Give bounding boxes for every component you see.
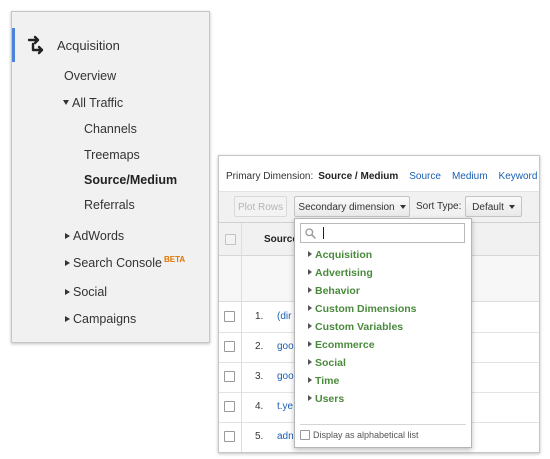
search-icon	[305, 228, 316, 239]
nav-search-console[interactable]: Search Console BETA	[65, 255, 186, 270]
dropdown-item-social[interactable]: Social	[308, 357, 346, 369]
nav-adwords[interactable]: AdWords	[65, 229, 124, 243]
expand-arrow-icon	[308, 269, 312, 276]
nav-all-traffic-label: All Traffic	[72, 96, 124, 110]
row-checkbox[interactable]	[224, 311, 235, 322]
secondary-dimension-dropdown: Acquisition Advertising Behavior Custom …	[294, 218, 472, 448]
expand-arrow-icon	[308, 287, 312, 294]
dropdown-item-label: Acquisition	[315, 249, 373, 261]
dropdown-item-custom-variables[interactable]: Custom Variables	[308, 321, 403, 333]
nav-acquisition[interactable]: Acquisition	[57, 38, 120, 53]
nav-adwords-label: AdWords	[73, 229, 125, 243]
sort-type-label: Sort Type:	[416, 201, 462, 212]
nav-referrals[interactable]: Referrals	[84, 198, 135, 212]
row-number: 2.	[255, 341, 264, 352]
expand-arrow-icon	[308, 359, 312, 366]
primary-dimension-bar: Primary Dimension: Source / Medium Source M…	[226, 171, 537, 182]
collapsed-arrow-icon	[65, 232, 70, 239]
text-cursor	[323, 227, 324, 239]
dropdown-item-label: Advertising	[315, 267, 373, 279]
dropdown-item-label: Behavior	[315, 285, 360, 297]
expand-arrow-icon	[308, 251, 312, 258]
dimension-link-keyword[interactable]: Keyword	[499, 171, 538, 182]
primary-dimension-label: Primary Dimension:	[226, 171, 314, 182]
plot-rows-button[interactable]: Plot Rows	[234, 196, 287, 217]
dropdown-item-label: Users	[315, 393, 345, 405]
row-source-link[interactable]: t.ye	[277, 401, 293, 412]
primary-dimension-current: Source / Medium	[318, 171, 399, 182]
expand-arrow-icon	[308, 323, 312, 330]
nav-all-traffic[interactable]: All Traffic	[63, 96, 123, 110]
dimension-link-medium[interactable]: Medium	[452, 171, 488, 182]
sort-type-value: Default	[472, 202, 504, 213]
row-checkbox[interactable]	[224, 371, 235, 382]
expand-arrow-icon	[308, 377, 312, 384]
expand-arrow-icon	[308, 341, 312, 348]
dimension-search-input[interactable]	[300, 223, 465, 243]
row-source-link[interactable]: goo	[277, 371, 294, 382]
acquisition-icon	[27, 35, 44, 55]
row-source-link[interactable]: (dir	[277, 311, 291, 322]
column-header-source[interactable]: Source	[264, 234, 298, 245]
collapsed-arrow-icon	[65, 259, 70, 266]
nav-treemaps[interactable]: Treemaps	[84, 148, 140, 162]
nav-search-console-label: Search Console	[73, 256, 162, 270]
alphabetical-list-checkbox[interactable]	[300, 429, 310, 440]
nav-social[interactable]: Social	[65, 285, 107, 299]
dropdown-divider	[300, 424, 466, 425]
dropdown-item-label: Ecommerce	[315, 339, 375, 351]
nav-social-label: Social	[73, 285, 108, 299]
nav-panel: Acquisition Overview All Traffic Channel…	[11, 11, 210, 343]
secondary-dimension-label: Secondary dimension	[298, 202, 395, 213]
sort-type-select[interactable]: Default	[465, 196, 522, 217]
select-all-checkbox[interactable]	[225, 234, 236, 245]
chevron-down-icon	[399, 205, 406, 210]
nav-source-medium[interactable]: Source/Medium	[84, 173, 177, 187]
row-number: 4.	[255, 401, 264, 412]
secondary-dimension-button[interactable]: Secondary dimension	[294, 196, 410, 217]
dropdown-item-users[interactable]: Users	[308, 393, 344, 405]
nav-channels[interactable]: Channels	[84, 122, 137, 136]
dropdown-item-ecommerce[interactable]: Ecommerce	[308, 339, 375, 351]
alphabetical-list-option[interactable]: Display as alphabetical list	[300, 429, 419, 441]
nav-campaigns[interactable]: Campaigns	[65, 312, 136, 326]
nav-campaigns-label: Campaigns	[73, 312, 137, 326]
row-checkbox[interactable]	[224, 431, 235, 442]
active-section-indicator	[12, 28, 15, 62]
chevron-down-icon	[508, 205, 515, 210]
row-source-link[interactable]: goo	[277, 341, 294, 352]
collapsed-arrow-icon	[65, 315, 70, 322]
alphabetical-list-label: Display as alphabetical list	[313, 430, 419, 440]
nav-overview[interactable]: Overview	[64, 69, 116, 83]
row-checkbox[interactable]	[224, 341, 235, 352]
collapsed-arrow-icon	[65, 288, 70, 295]
dropdown-item-label: Custom Dimensions	[315, 303, 417, 315]
dimension-link-source[interactable]: Source	[409, 171, 441, 182]
row-number: 3.	[255, 371, 264, 382]
row-source-link[interactable]: adn	[277, 431, 294, 442]
dropdown-item-custom-dimensions[interactable]: Custom Dimensions	[308, 303, 417, 315]
row-number: 1.	[255, 311, 264, 322]
row-checkbox[interactable]	[224, 401, 235, 412]
dropdown-item-label: Social	[315, 357, 346, 369]
beta-badge: BETA	[163, 255, 186, 264]
dropdown-item-behavior[interactable]: Behavior	[308, 285, 360, 297]
expand-arrow-icon	[308, 305, 312, 312]
dropdown-item-label: Custom Variables	[315, 321, 404, 333]
expanded-arrow-icon	[63, 100, 69, 106]
dropdown-item-time[interactable]: Time	[308, 375, 339, 387]
dropdown-item-label: Time	[315, 375, 340, 387]
dropdown-item-advertising[interactable]: Advertising	[308, 267, 373, 279]
row-number: 5.	[255, 431, 264, 442]
dropdown-item-acquisition[interactable]: Acquisition	[308, 249, 372, 261]
expand-arrow-icon	[308, 395, 312, 402]
